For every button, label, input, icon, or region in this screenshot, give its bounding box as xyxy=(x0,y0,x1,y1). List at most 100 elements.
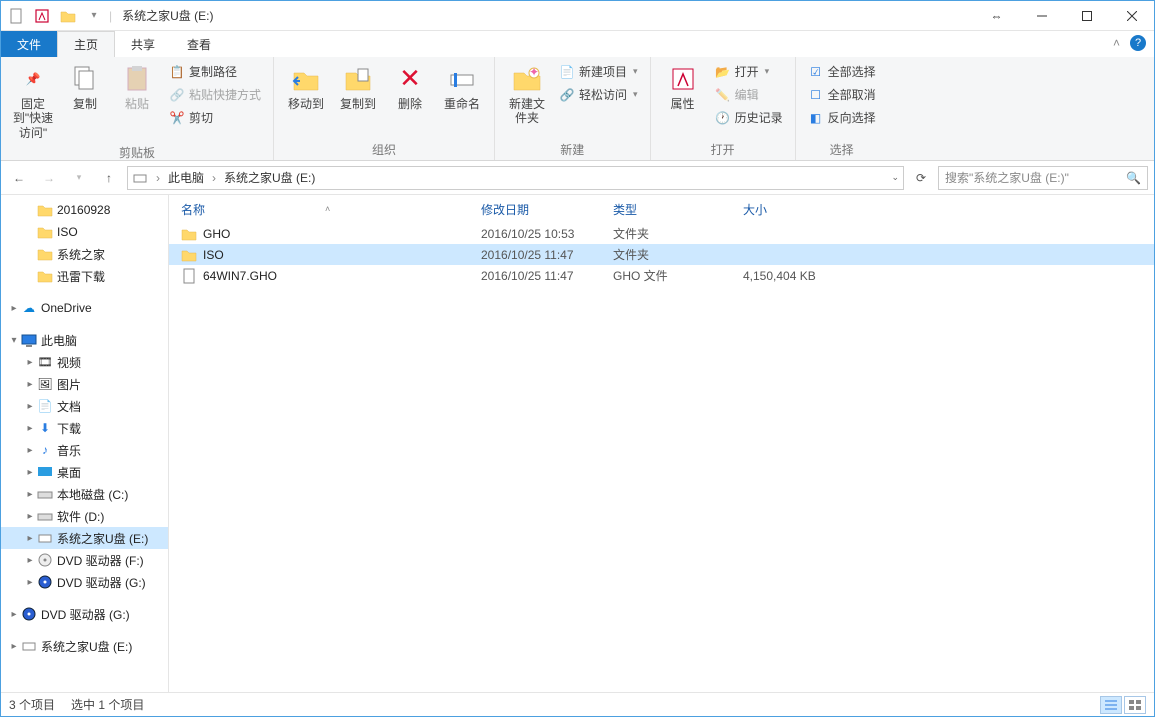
column-name[interactable]: 名称˄ xyxy=(181,195,481,223)
tree-item[interactable]: ▸系统之家U盘 (E:) xyxy=(1,635,168,657)
tree-caret-icon[interactable]: ▸ xyxy=(23,379,37,390)
tree-item[interactable]: 迅雷下载 xyxy=(1,265,168,287)
close-button[interactable] xyxy=(1109,1,1154,31)
tree-item[interactable]: ▸系统之家U盘 (E:) xyxy=(1,527,168,549)
edit-button[interactable]: ✏️编辑 xyxy=(711,84,787,105)
tree-caret-icon[interactable]: ▾ xyxy=(7,335,21,346)
tree-item[interactable]: ▸🎞视频 xyxy=(1,351,168,373)
tree-item[interactable]: ISO xyxy=(1,221,168,243)
breadcrumb-this-pc[interactable]: 此电脑 xyxy=(168,169,204,186)
new-item-button[interactable]: 📄新建项目▾ xyxy=(555,61,642,82)
breadcrumb-caret-icon[interactable]: › xyxy=(152,171,164,185)
tree-item[interactable]: 系统之家 xyxy=(1,243,168,265)
address-dropdown-icon[interactable]: ⌄ xyxy=(891,172,899,183)
details-view-button[interactable] xyxy=(1100,696,1122,714)
tree-item[interactable]: ▸DVD 驱动器 (F:) xyxy=(1,549,168,571)
column-size[interactable]: 大小 xyxy=(743,195,843,223)
folder-qat-icon[interactable] xyxy=(57,5,79,27)
collapse-ribbon-icon[interactable]: ˄ xyxy=(1113,36,1120,50)
breadcrumb-current[interactable]: 系统之家U盘 (E:) xyxy=(224,169,315,186)
resize-icon[interactable]: ⇔ xyxy=(974,1,1019,31)
address-bar[interactable]: › 此电脑 › 系统之家U盘 (E:) ⌄ xyxy=(127,166,904,190)
tree-caret-icon[interactable]: ▸ xyxy=(23,533,37,544)
tab-share[interactable]: 共享 xyxy=(115,31,171,57)
up-button[interactable]: ↑ xyxy=(97,166,121,190)
help-icon[interactable]: ? xyxy=(1130,35,1146,51)
select-all-button[interactable]: ☑全部选择 xyxy=(804,61,880,82)
tree-item[interactable]: ▸本地磁盘 (C:) xyxy=(1,483,168,505)
copy-button[interactable]: 复制 xyxy=(61,61,109,113)
tree-item[interactable]: ▾此电脑 xyxy=(1,329,168,351)
open-button[interactable]: 📂打开▾ xyxy=(711,61,787,82)
rename-button[interactable]: 重命名 xyxy=(438,61,486,113)
tree-item[interactable]: ▸♪音乐 xyxy=(1,439,168,461)
tab-view[interactable]: 查看 xyxy=(171,31,227,57)
tree-item[interactable]: ▸🖼图片 xyxy=(1,373,168,395)
tree-caret-icon[interactable]: ▸ xyxy=(7,303,21,314)
tree-caret-icon[interactable]: ▸ xyxy=(23,555,37,566)
select-none-label: 全部取消 xyxy=(828,86,876,103)
tree-caret-icon[interactable]: ▸ xyxy=(7,609,21,620)
move-to-button[interactable]: 移动到 xyxy=(282,61,330,113)
video-icon: 🎞 xyxy=(37,354,53,370)
properties-button[interactable]: 属性 xyxy=(659,61,707,113)
invert-selection-button[interactable]: ◧反向选择 xyxy=(804,107,880,128)
qat-dropdown-icon[interactable]: ▾ xyxy=(83,5,105,27)
tab-file[interactable]: 文件 xyxy=(1,31,57,57)
tree-caret-icon[interactable]: ▸ xyxy=(23,489,37,500)
new-doc-icon[interactable] xyxy=(5,5,27,27)
file-row[interactable]: 64WIN7.GHO2016/10/25 11:47GHO 文件4,150,40… xyxy=(169,265,1154,286)
tab-home[interactable]: 主页 xyxy=(57,31,115,57)
minimize-button[interactable] xyxy=(1019,1,1064,31)
tree-item[interactable]: ▸桌面 xyxy=(1,461,168,483)
file-row[interactable]: GHO2016/10/25 10:53文件夹 xyxy=(169,223,1154,244)
easy-access-button[interactable]: 🔗轻松访问▾ xyxy=(555,84,642,105)
search-input[interactable]: 搜索"系统之家U盘 (E:)" 🔍 xyxy=(938,166,1148,190)
paste-shortcut-button[interactable]: 🔗粘贴快捷方式 xyxy=(165,84,265,105)
tree-caret-icon[interactable]: ▸ xyxy=(23,577,37,588)
breadcrumb-caret-icon[interactable]: › xyxy=(208,171,220,185)
tree-item[interactable]: ▸📄文档 xyxy=(1,395,168,417)
file-type: 文件夹 xyxy=(613,225,743,242)
tree-caret-icon[interactable]: ▸ xyxy=(23,401,37,412)
properties-icon[interactable] xyxy=(31,5,53,27)
cut-button[interactable]: ✂️剪切 xyxy=(165,107,265,128)
recent-dropdown-icon[interactable]: ▾ xyxy=(67,166,91,190)
tree-item[interactable]: ▸⬇下载 xyxy=(1,417,168,439)
tree-caret-icon[interactable]: ▸ xyxy=(23,423,37,434)
refresh-button[interactable]: ⟳ xyxy=(910,167,932,189)
tree-caret-icon[interactable]: ▸ xyxy=(7,641,21,652)
paste-button[interactable]: 粘贴 xyxy=(113,61,161,113)
tree-caret-icon[interactable]: ▸ xyxy=(23,467,37,478)
history-button[interactable]: 🕐历史记录 xyxy=(711,107,787,128)
file-list[interactable]: GHO2016/10/25 10:53文件夹ISO2016/10/25 11:4… xyxy=(169,223,1154,692)
tree-item[interactable]: ▸DVD 驱动器 (G:) xyxy=(1,603,168,625)
tree-item[interactable]: ▸软件 (D:) xyxy=(1,505,168,527)
tree-caret-icon[interactable]: ▸ xyxy=(23,357,37,368)
column-date-label: 修改日期 xyxy=(481,201,529,218)
column-date[interactable]: 修改日期 xyxy=(481,195,613,223)
select-none-button[interactable]: ☐全部取消 xyxy=(804,84,880,105)
delete-button[interactable]: ✕删除 xyxy=(386,61,434,113)
column-name-label: 名称 xyxy=(181,201,205,218)
maximize-button[interactable] xyxy=(1064,1,1109,31)
navigation-tree[interactable]: 20160928ISO系统之家迅雷下载 ▸☁OneDrive ▾此电脑▸🎞视频▸🖼图… xyxy=(1,195,169,692)
pin-to-quickaccess-button[interactable]: 📌固定到"快速访问" xyxy=(9,61,57,142)
back-button[interactable]: ← xyxy=(7,166,31,190)
tree-item[interactable]: 20160928 xyxy=(1,199,168,221)
tree-item-label: 音乐 xyxy=(57,442,81,459)
copy-path-button[interactable]: 📋复制路径 xyxy=(165,61,265,82)
invert-label: 反向选择 xyxy=(828,109,876,126)
tree-caret-icon[interactable]: ▸ xyxy=(23,445,37,456)
file-row[interactable]: ISO2016/10/25 11:47文件夹 xyxy=(169,244,1154,265)
tree-item-label: 图片 xyxy=(57,376,81,393)
tree-item[interactable]: ▸DVD 驱动器 (G:) xyxy=(1,571,168,593)
dvd2-icon xyxy=(37,574,53,590)
column-type[interactable]: 类型 xyxy=(613,195,743,223)
forward-button[interactable]: → xyxy=(37,166,61,190)
copy-to-button[interactable]: 复制到 xyxy=(334,61,382,113)
thumbnails-view-button[interactable] xyxy=(1124,696,1146,714)
new-folder-button[interactable]: ✦新建文件夹 xyxy=(503,61,551,128)
tree-item[interactable]: ▸☁OneDrive xyxy=(1,297,168,319)
tree-caret-icon[interactable]: ▸ xyxy=(23,511,37,522)
